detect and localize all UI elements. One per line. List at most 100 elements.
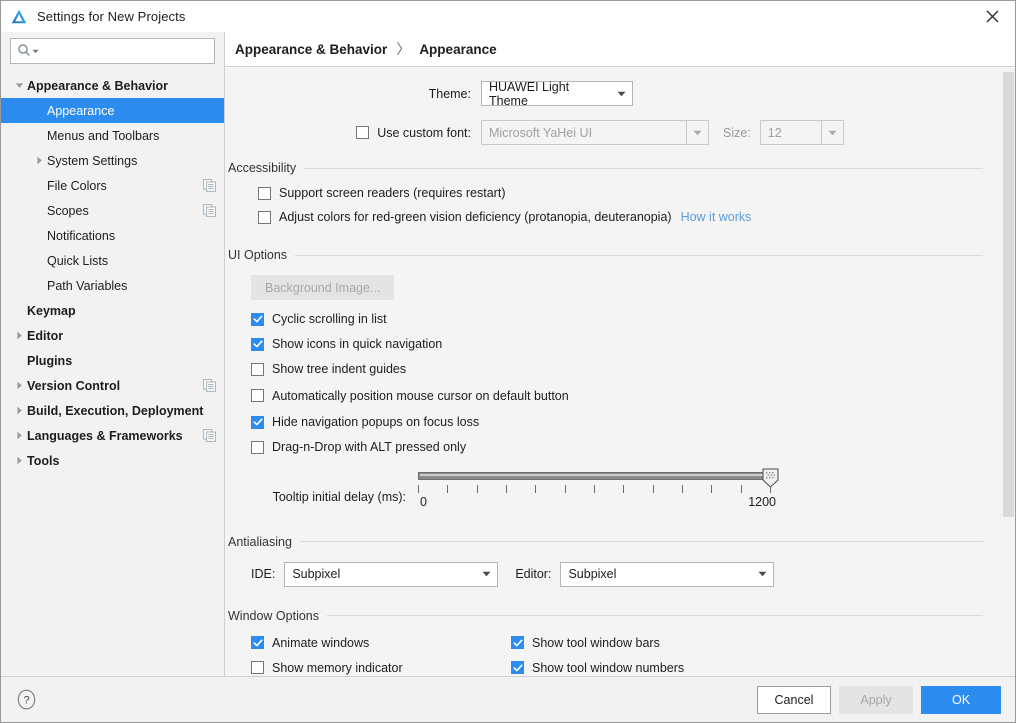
search-box[interactable] xyxy=(10,38,215,64)
sidebar-item-quick-lists[interactable]: Quick Lists xyxy=(1,248,224,273)
ui-options-title: UI Options xyxy=(228,248,287,262)
sidebar-item-notifications[interactable]: Notifications xyxy=(1,223,224,248)
sidebar-item-editor[interactable]: Editor xyxy=(1,323,224,348)
custom-font-combobox[interactable]: Microsoft YaHei UI xyxy=(481,120,709,145)
close-icon[interactable] xyxy=(969,1,1015,32)
sidebar-item-plugins[interactable]: Plugins xyxy=(1,348,224,373)
chevron-right-icon[interactable] xyxy=(11,431,27,440)
sidebar-item-menus-and-toolbars[interactable]: Menus and Toolbars xyxy=(1,123,224,148)
chevron-right-icon[interactable] xyxy=(11,406,27,415)
apply-button[interactable]: Apply xyxy=(839,686,913,714)
slider-track[interactable] xyxy=(418,472,770,480)
window-option-checkbox-show-memory-indicator[interactable]: Show memory indicator xyxy=(251,661,403,675)
sidebar-item-appearance[interactable]: Appearance xyxy=(1,98,224,123)
chevron-right-icon[interactable] xyxy=(11,331,27,340)
tooltip-delay-slider[interactable]: 0 1200 xyxy=(418,467,770,513)
sidebar-item-file-colors[interactable]: File Colors xyxy=(1,173,224,198)
chevron-right-icon[interactable] xyxy=(31,156,47,165)
ui-option-checkbox-automatically-position-mouse-cursor-on-default-button[interactable]: Automatically position mouse cursor on d… xyxy=(251,389,569,403)
chevron-down-icon[interactable] xyxy=(475,571,497,577)
sidebar-item-build-execution-deployment[interactable]: Build, Execution, Deployment xyxy=(1,398,224,423)
chevron-right-icon xyxy=(15,431,24,440)
search-dropdown-icon[interactable] xyxy=(32,44,39,58)
slider-thumb[interactable] xyxy=(762,468,779,488)
svg-text:?: ? xyxy=(23,695,29,707)
copy-icon[interactable] xyxy=(203,429,216,442)
ui-option-checkbox-drag-n-drop-with-alt-pressed-only[interactable]: Drag-n-Drop with ALT pressed only xyxy=(251,440,466,454)
ide-antialiasing-combobox[interactable]: Subpixel xyxy=(284,562,498,587)
vertical-scrollbar[interactable] xyxy=(1001,67,1015,676)
copy-icon xyxy=(203,429,216,442)
deveco-studio-logo xyxy=(10,8,28,26)
copy-icon[interactable] xyxy=(203,179,216,192)
group-divider xyxy=(304,168,983,169)
help-icon[interactable]: ? xyxy=(15,689,37,711)
window-option-checkbox-show-tool-window-numbers[interactable]: Show tool window numbers xyxy=(511,661,684,675)
copy-icon[interactable] xyxy=(203,204,216,217)
support-screen-readers-checkbox[interactable]: Support screen readers (requires restart… xyxy=(258,186,505,200)
antialiasing-group-header: Antialiasing xyxy=(225,535,1001,549)
sidebar-item-appearance-behavior[interactable]: Appearance & Behavior xyxy=(1,73,224,98)
chevron-down-icon[interactable] xyxy=(11,81,27,90)
ide-antialiasing-label: IDE: xyxy=(251,567,275,581)
font-size-spinner[interactable]: 12 xyxy=(760,120,844,145)
theme-combobox[interactable]: HUAWEI Light Theme xyxy=(481,81,633,106)
ui-option-checkbox-show-icons-in-quick-navigation[interactable]: Show icons in quick navigation xyxy=(251,337,442,351)
sidebar-item-version-control[interactable]: Version Control xyxy=(1,373,224,398)
checkbox-box xyxy=(511,636,524,649)
use-custom-font-checkbox[interactable]: Use custom font: xyxy=(356,126,471,140)
sidebar-item-tools[interactable]: Tools xyxy=(1,448,224,473)
chevron-down-icon[interactable] xyxy=(751,571,773,577)
chevron-down-icon[interactable] xyxy=(610,91,632,97)
window-option-checkbox-show-tool-window-bars[interactable]: Show tool window bars xyxy=(511,636,660,650)
checkbox-box xyxy=(251,389,264,402)
sidebar-item-path-variables[interactable]: Path Variables xyxy=(1,273,224,298)
sidebar-item-languages-frameworks[interactable]: Languages & Frameworks xyxy=(1,423,224,448)
chevron-down-icon[interactable] xyxy=(686,121,708,144)
chevron-down-icon[interactable] xyxy=(821,121,843,144)
sidebar-item-keymap[interactable]: Keymap xyxy=(1,298,224,323)
background-image-button[interactable]: Background Image... xyxy=(251,275,394,300)
checkbox-box xyxy=(258,187,271,200)
checkbox-box xyxy=(251,441,264,454)
breadcrumb-root[interactable]: Appearance & Behavior xyxy=(235,42,387,57)
search-input[interactable] xyxy=(39,39,208,63)
chevron-down-icon xyxy=(15,81,24,90)
dialog-body: Appearance & Behavior Appearance Menus and… xyxy=(1,32,1015,676)
option-label: Animate windows xyxy=(272,636,369,650)
footer-buttons: Cancel Apply OK xyxy=(757,686,1001,714)
option-label: Show tool window numbers xyxy=(532,661,684,675)
chevron-right-icon xyxy=(15,381,24,390)
copy-icon[interactable] xyxy=(203,379,216,392)
vertical-scrollbar-thumb[interactable] xyxy=(1003,72,1014,517)
font-size-label: Size: xyxy=(723,126,751,140)
slider-tick xyxy=(623,485,624,493)
how-it-works-link[interactable]: How it works xyxy=(681,210,752,224)
option-label: Support screen readers (requires restart… xyxy=(279,186,505,200)
sidebar-item-label: Version Control xyxy=(27,379,120,393)
window-option-row: Animate windows xyxy=(251,636,511,651)
ui-option-checkbox-show-tree-indent-guides[interactable]: Show tree indent guides xyxy=(251,362,406,376)
adjust-colors-row: Adjust colors for red-green vision defic… xyxy=(258,210,1001,224)
adjust-colors-checkbox[interactable]: Adjust colors for red-green vision defic… xyxy=(258,210,672,224)
ok-button[interactable]: OK xyxy=(921,686,1001,714)
checkbox-box xyxy=(251,661,264,674)
cancel-button[interactable]: Cancel xyxy=(757,686,831,714)
ui-option-checkbox-cyclic-scrolling-in-list[interactable]: Cyclic scrolling in list xyxy=(251,312,387,326)
option-label: Show memory indicator xyxy=(272,661,403,675)
sidebar-item-label: Appearance xyxy=(47,104,114,118)
chevron-right-icon[interactable] xyxy=(11,456,27,465)
chevron-right-icon[interactable] xyxy=(11,381,27,390)
theme-value: HUAWEI Light Theme xyxy=(489,80,610,108)
ui-option-checkbox-hide-navigation-popups-on-focus-loss[interactable]: Hide navigation popups on focus loss xyxy=(251,415,479,429)
ui-option-row: Drag-n-Drop with ALT pressed only xyxy=(251,440,1001,457)
checkbox-box xyxy=(251,313,264,326)
copy-icon xyxy=(203,379,216,392)
option-label: Automatically position mouse cursor on d… xyxy=(272,389,569,403)
settings-tree[interactable]: Appearance & Behavior Appearance Menus and… xyxy=(1,71,224,676)
sidebar-item-system-settings[interactable]: System Settings xyxy=(1,148,224,173)
option-label: Adjust colors for red-green vision defic… xyxy=(279,210,672,224)
window-option-checkbox-animate-windows[interactable]: Animate windows xyxy=(251,636,369,650)
editor-antialiasing-combobox[interactable]: Subpixel xyxy=(560,562,774,587)
sidebar-item-scopes[interactable]: Scopes xyxy=(1,198,224,223)
